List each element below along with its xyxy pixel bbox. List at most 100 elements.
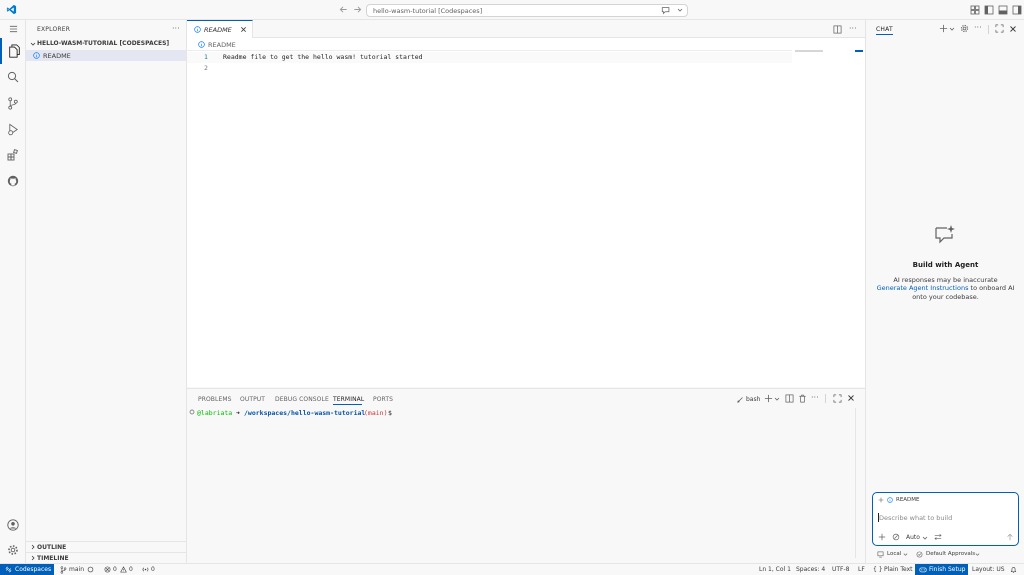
mode-picker-label[interactable]: Auto bbox=[906, 534, 920, 541]
menu-hamburger-icon[interactable] bbox=[0, 20, 26, 38]
tab-problems[interactable]: PROBLEMS bbox=[198, 396, 232, 403]
chevron-down-icon[interactable] bbox=[949, 26, 955, 32]
tools-icon[interactable] bbox=[892, 533, 900, 541]
cursor-position[interactable]: Ln 1, Col 1 bbox=[759, 566, 791, 573]
terminal-path: /workspaces/hello-wasm-tutorial bbox=[244, 409, 366, 417]
timeline-section[interactable]: TIMELINE bbox=[26, 552, 187, 563]
terminal-status-circle-icon bbox=[189, 409, 195, 415]
title-bar: hello-wasm-tutorial [Codespaces] bbox=[0, 0, 1024, 20]
terminal-user: @labriata bbox=[197, 409, 233, 417]
error-icon bbox=[104, 566, 111, 573]
chevron-down-icon[interactable] bbox=[677, 7, 683, 13]
warning-count[interactable]: 0 bbox=[129, 566, 133, 573]
accounts-icon[interactable] bbox=[0, 512, 26, 538]
chat-instructions-tail-2: onto your codebase. bbox=[912, 293, 979, 301]
chat-input-box[interactable]: README Describe what to build Auto bbox=[872, 492, 1019, 546]
source-control-icon[interactable] bbox=[0, 90, 26, 116]
breadcrumb: README bbox=[187, 39, 865, 50]
close-panel-icon[interactable] bbox=[847, 394, 855, 402]
chevron-down-icon[interactable] bbox=[774, 396, 780, 402]
command-center-search[interactable]: hello-wasm-tutorial [Codespaces] bbox=[366, 4, 688, 17]
chat-title[interactable]: CHAT bbox=[876, 26, 893, 33]
keyboard-layout[interactable]: Layout: US bbox=[972, 566, 1005, 573]
indentation[interactable]: Spaces: 4 bbox=[796, 566, 825, 573]
remote-indicator[interactable]: Codespaces bbox=[0, 564, 54, 575]
configure-sliders-icon[interactable] bbox=[934, 533, 942, 541]
outline-section[interactable]: OUTLINE bbox=[26, 541, 187, 552]
chevron-down-icon[interactable] bbox=[903, 552, 908, 557]
maximize-panel-icon[interactable] bbox=[833, 394, 842, 403]
breadcrumb-item[interactable]: README bbox=[208, 41, 236, 49]
terminal-prompt-line[interactable]: @labriata ➜ /workspaces/hello-wasm-tutor… bbox=[187, 408, 857, 418]
workspace-folder-header[interactable]: HELLO-WASM-TUTORIAL [CODESPACES] bbox=[26, 39, 187, 49]
send-arrow-icon[interactable] bbox=[1006, 533, 1014, 541]
outline-label: OUTLINE bbox=[37, 544, 67, 551]
forward-arrow-icon[interactable] bbox=[353, 5, 362, 14]
approvals-shield-icon bbox=[916, 551, 923, 558]
braces-icon: { } bbox=[873, 566, 883, 573]
chevron-right-icon bbox=[30, 544, 36, 550]
encoding[interactable]: UTF-8 bbox=[832, 566, 850, 573]
tab-output[interactable]: OUTPUT bbox=[240, 396, 265, 403]
run-debug-icon[interactable] bbox=[0, 116, 26, 142]
terminal-shell-label[interactable]: bash bbox=[746, 396, 760, 403]
terminal-scrollbar[interactable] bbox=[855, 408, 856, 558]
terminal-branch: (main) bbox=[364, 409, 388, 417]
extensions-icon[interactable] bbox=[0, 142, 26, 168]
chat-settings-gear-icon[interactable] bbox=[960, 24, 969, 33]
more-actions-icon[interactable]: ··· bbox=[172, 24, 180, 33]
code-line-2[interactable]: 2 bbox=[187, 63, 792, 74]
tab-debug-console[interactable]: DEBUG CONSOLE bbox=[275, 396, 329, 403]
sync-icon[interactable] bbox=[87, 566, 94, 573]
copilot-chat-icon[interactable] bbox=[661, 6, 671, 15]
generate-instructions-link[interactable]: Generate Agent Instructions bbox=[877, 284, 969, 292]
more-actions-icon[interactable]: ··· bbox=[849, 24, 857, 33]
file-item-readme[interactable]: README bbox=[26, 50, 186, 61]
search-icon[interactable] bbox=[0, 64, 26, 90]
tab-readme[interactable]: README bbox=[187, 20, 253, 38]
agent-chat-sparkle-icon bbox=[934, 224, 956, 244]
github-icon[interactable] bbox=[0, 168, 26, 194]
toggle-panel-icon[interactable] bbox=[998, 5, 1008, 15]
maximize-chat-icon[interactable] bbox=[995, 24, 1004, 33]
language-mode[interactable]: Plain Text bbox=[884, 566, 912, 573]
git-branch-icon bbox=[60, 566, 67, 574]
error-count[interactable]: 0 bbox=[113, 566, 117, 573]
explorer-files-icon[interactable] bbox=[0, 38, 26, 64]
branch-label[interactable]: main bbox=[69, 566, 84, 573]
session-location-label[interactable]: Local bbox=[887, 551, 901, 557]
remote-icon bbox=[5, 566, 12, 573]
customize-layout-icon[interactable] bbox=[970, 5, 980, 15]
toggle-primary-sidebar-icon[interactable] bbox=[984, 5, 994, 15]
close-chat-icon[interactable] bbox=[1009, 25, 1017, 33]
more-actions-icon[interactable]: ··· bbox=[974, 23, 982, 32]
active-tab-underline bbox=[333, 404, 362, 405]
toggle-secondary-sidebar-icon[interactable] bbox=[1012, 5, 1022, 15]
vscode-logo-icon bbox=[6, 4, 17, 15]
attach-plus-icon[interactable] bbox=[878, 533, 886, 541]
close-tab-icon[interactable] bbox=[240, 26, 247, 33]
chevron-down-icon[interactable] bbox=[975, 552, 980, 557]
tab-terminal[interactable]: TERMINAL bbox=[333, 396, 364, 403]
copilot-icon bbox=[919, 566, 927, 573]
split-editor-icon[interactable] bbox=[833, 25, 842, 34]
new-chat-plus-icon[interactable] bbox=[939, 24, 948, 33]
settings-gear-icon[interactable] bbox=[0, 537, 26, 563]
tab-ports[interactable]: PORTS bbox=[373, 396, 393, 403]
notifications-bell-icon[interactable] bbox=[1010, 566, 1017, 574]
approvals-label[interactable]: Default Approvals bbox=[926, 551, 975, 557]
terminal-shell-icon bbox=[736, 396, 744, 404]
split-terminal-icon[interactable] bbox=[785, 394, 794, 403]
ports-count[interactable]: 0 bbox=[151, 566, 155, 573]
new-terminal-plus-icon[interactable] bbox=[764, 394, 773, 403]
context-file-chip[interactable]: README bbox=[896, 497, 920, 503]
chat-input-placeholder[interactable]: Describe what to build bbox=[879, 514, 952, 522]
end-of-line[interactable]: LF bbox=[858, 566, 865, 573]
code-line-1[interactable]: 1 Readme file to get the hello wasm! tut… bbox=[187, 52, 792, 63]
chevron-down-icon[interactable] bbox=[922, 535, 928, 541]
more-actions-icon[interactable]: ··· bbox=[811, 393, 819, 402]
trash-icon[interactable] bbox=[798, 394, 807, 403]
add-context-plus-icon[interactable] bbox=[878, 497, 884, 503]
back-arrow-icon[interactable] bbox=[339, 5, 348, 14]
finish-setup-button[interactable]: Finish Setup bbox=[915, 564, 968, 575]
